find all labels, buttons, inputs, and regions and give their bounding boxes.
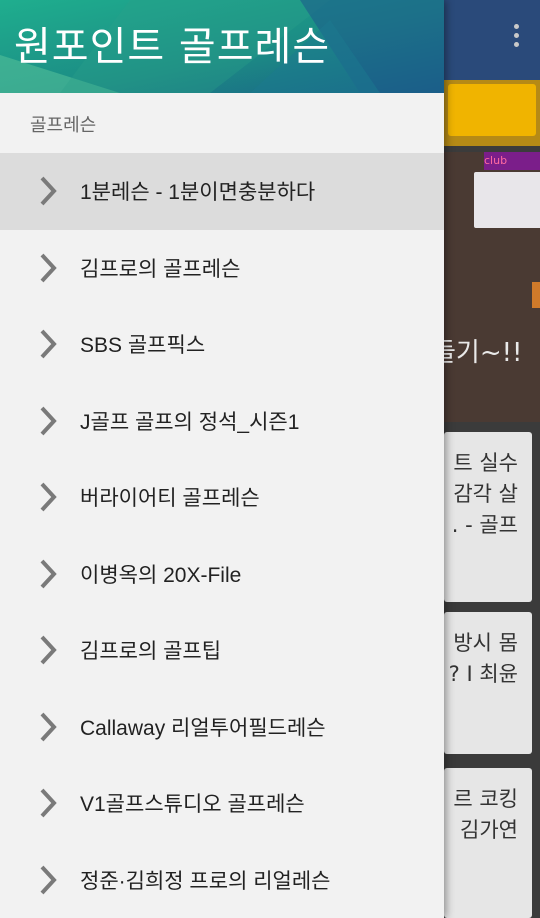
card-line: . - 골프 (451, 513, 518, 537)
photo-board (474, 172, 540, 228)
chevron-right-icon (38, 558, 58, 590)
video-card[interactable]: 르 코킹 김가연 (444, 768, 532, 918)
card-line: 감각 살 (453, 482, 518, 506)
menu-item-label: 정준·김희정 프로의 리얼레슨 (80, 869, 331, 893)
navigation-drawer: 원포인트 골프레슨 골프레슨 1분레슨 - 1분이면충분하다 김프로의 골프레슨… (0, 0, 444, 918)
card-line: 트 실수 (453, 451, 518, 475)
app-title: 원포인트 골프레슨 (14, 24, 331, 70)
card-line: 김가연 (460, 818, 518, 842)
menu-item-label: 이병옥의 20X-File (80, 563, 242, 587)
chevron-right-icon (38, 634, 58, 666)
chevron-right-icon (38, 787, 58, 819)
menu-item[interactable]: 버라이어티 골프레슨 (0, 459, 444, 536)
chevron-right-icon (38, 481, 58, 513)
banner-ad[interactable] (444, 80, 540, 146)
chevron-right-icon (38, 328, 58, 360)
card-line: 방시 몸 (453, 631, 518, 655)
section-label: 골프레슨 (30, 115, 97, 135)
menu-item-label: J골프 골프의 정석_시즌1 (80, 410, 300, 434)
menu-item-label: 1분레슨 - 1분이면충분하다 (80, 181, 316, 205)
menu-item-label: 김프로의 골프팁 (80, 640, 222, 664)
card-line: ? I 최윤 (448, 662, 518, 686)
card-line: 르 코킹 (453, 787, 518, 811)
menu-item-label: 버라이어티 골프레슨 (80, 487, 260, 511)
video-card[interactable]: 트 실수 감각 살 . - 골프 (444, 432, 532, 602)
thumbnail-caption: 들기~!! (444, 338, 523, 368)
menu-item[interactable]: 김프로의 골프팁 (0, 612, 444, 689)
video-card[interactable]: 방시 몸 ? I 최윤 (444, 612, 532, 754)
drawer-header: 원포인트 골프레슨 (0, 0, 444, 93)
menu-item[interactable]: J골프 골프의 정석_시즌1 (0, 383, 444, 460)
photo-board-text: club (484, 152, 540, 170)
menu-item[interactable]: 김프로의 골프레슨 (0, 230, 444, 307)
photo-detail (532, 282, 540, 308)
menu-item[interactable]: 이병옥의 20X-File (0, 536, 444, 613)
chevron-right-icon (38, 711, 58, 743)
menu-item[interactable]: SBS 골프픽스 (0, 306, 444, 383)
drawer-menu: 1분레슨 - 1분이면충분하다 김프로의 골프레슨 SBS 골프픽스 J골프 골… (0, 153, 444, 918)
chevron-right-icon (38, 252, 58, 284)
menu-item[interactable]: V1골프스튜디오 골프레슨 (0, 765, 444, 842)
chevron-right-icon (38, 405, 58, 437)
more-vert-icon[interactable] (512, 24, 520, 54)
featured-video-thumbnail[interactable]: club 들기~!! (444, 152, 540, 422)
menu-item[interactable]: 정준·김희정 프로의 리얼레슨 (0, 842, 444, 918)
chevron-right-icon (38, 864, 58, 896)
menu-item-label: V1골프스튜디오 골프레슨 (80, 793, 305, 817)
chevron-right-icon (38, 175, 58, 207)
menu-item[interactable]: Callaway 리얼투어필드레슨 (0, 689, 444, 766)
menu-item-label: SBS 골프픽스 (80, 334, 206, 358)
menu-item[interactable]: 1분레슨 - 1분이면충분하다 (0, 153, 444, 230)
menu-item-label: 김프로의 골프레슨 (80, 257, 241, 281)
menu-item-label: Callaway 리얼투어필드레슨 (80, 716, 326, 740)
